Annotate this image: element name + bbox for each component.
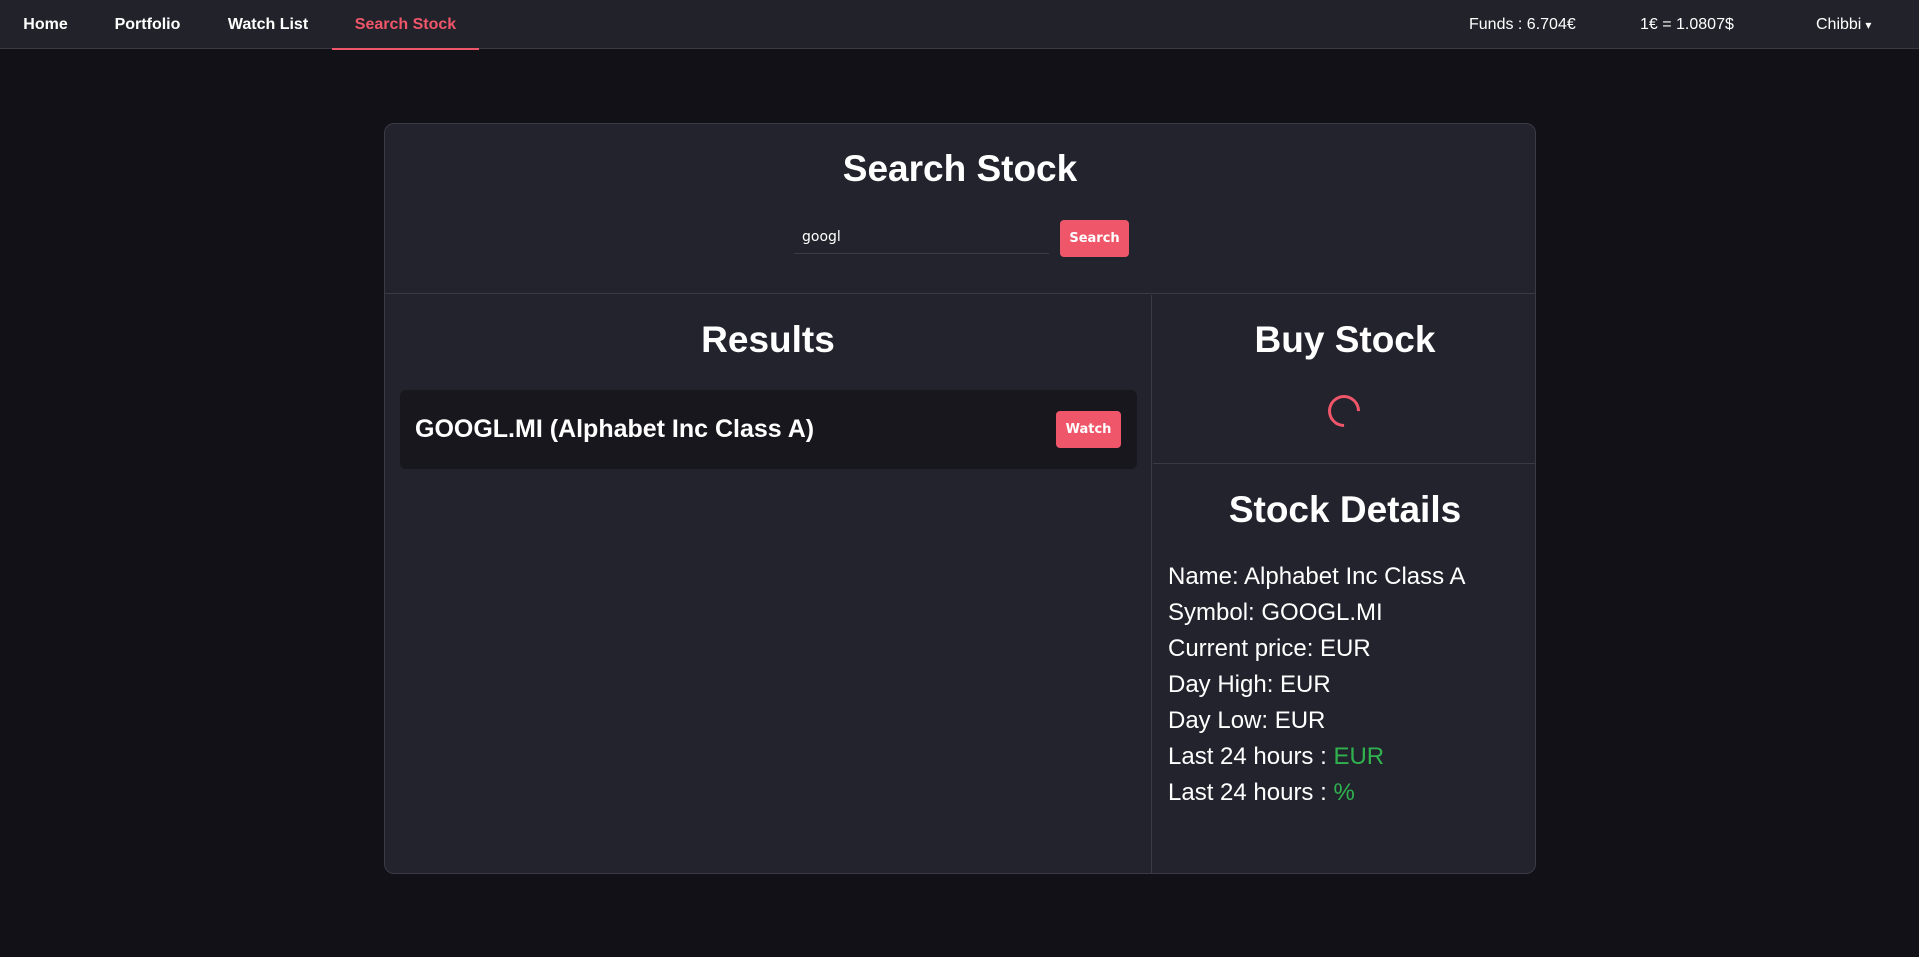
detail-change-percent-value: % bbox=[1333, 779, 1355, 806]
results-section: Results GOOGL.MI (Alphabet Inc Class A) … bbox=[385, 295, 1152, 873]
buy-stock-title: Buy Stock bbox=[1254, 319, 1436, 360]
user-menu[interactable]: Chibbi ▾ bbox=[1816, 0, 1871, 49]
search-title: Search Stock bbox=[842, 148, 1078, 189]
nav-search-stock[interactable]: Search Stock bbox=[332, 0, 479, 50]
detail-symbol: Symbol: GOOGL.MI bbox=[1168, 599, 1383, 626]
detail-current-price: Current price: EUR bbox=[1168, 635, 1371, 662]
detail-change-absolute-value: EUR bbox=[1333, 743, 1385, 770]
search-button[interactable]: Search bbox=[1060, 220, 1129, 257]
chevron-down-icon: ▾ bbox=[1865, 17, 1872, 32]
detail-day-low: Day Low: EUR bbox=[1168, 707, 1326, 734]
detail-change-percent-label: Last 24 hours : bbox=[1168, 779, 1334, 806]
result-item-label: GOOGL.MI (Alphabet Inc Class A) bbox=[415, 415, 815, 443]
loading-spinner-icon bbox=[1321, 388, 1367, 434]
buy-stock-section: Buy Stock bbox=[1153, 295, 1535, 464]
stock-details-list: Name: Alphabet Inc Class A Symbol: GOOGL… bbox=[1168, 559, 1466, 811]
detail-name: Name: Alphabet Inc Class A bbox=[1168, 563, 1466, 590]
detail-day-high: Day High: EUR bbox=[1168, 671, 1331, 698]
exchange-rate-display: 1€ = 1.0807$ bbox=[1640, 15, 1734, 33]
search-stock-card: Search Stock Search Results GOOGL.MI (Al… bbox=[384, 123, 1536, 874]
nav-watch-list[interactable]: Watch List bbox=[204, 0, 332, 49]
search-section: Search Stock Search bbox=[385, 124, 1535, 294]
detail-change-percent: Last 24 hours : % bbox=[1168, 775, 1466, 811]
results-title: Results bbox=[701, 319, 835, 360]
user-name: Chibbi bbox=[1816, 15, 1862, 33]
stock-details-title: Stock Details bbox=[1228, 489, 1462, 530]
search-input[interactable] bbox=[794, 220, 1049, 254]
result-item[interactable]: GOOGL.MI (Alphabet Inc Class A) Watch bbox=[400, 390, 1137, 469]
detail-change-absolute-label: Last 24 hours : bbox=[1168, 743, 1334, 770]
detail-change-absolute: Last 24 hours : EUR bbox=[1168, 739, 1466, 775]
funds-display: Funds : 6.704€ bbox=[1469, 15, 1576, 33]
top-navbar: Home Portfolio Watch List Search Stock F… bbox=[0, 0, 1919, 50]
stock-details-section: Stock Details Name: Alphabet Inc Class A… bbox=[1153, 465, 1535, 873]
nav-home[interactable]: Home bbox=[0, 0, 91, 49]
watch-button[interactable]: Watch bbox=[1056, 411, 1121, 448]
nav-portfolio[interactable]: Portfolio bbox=[91, 0, 204, 49]
